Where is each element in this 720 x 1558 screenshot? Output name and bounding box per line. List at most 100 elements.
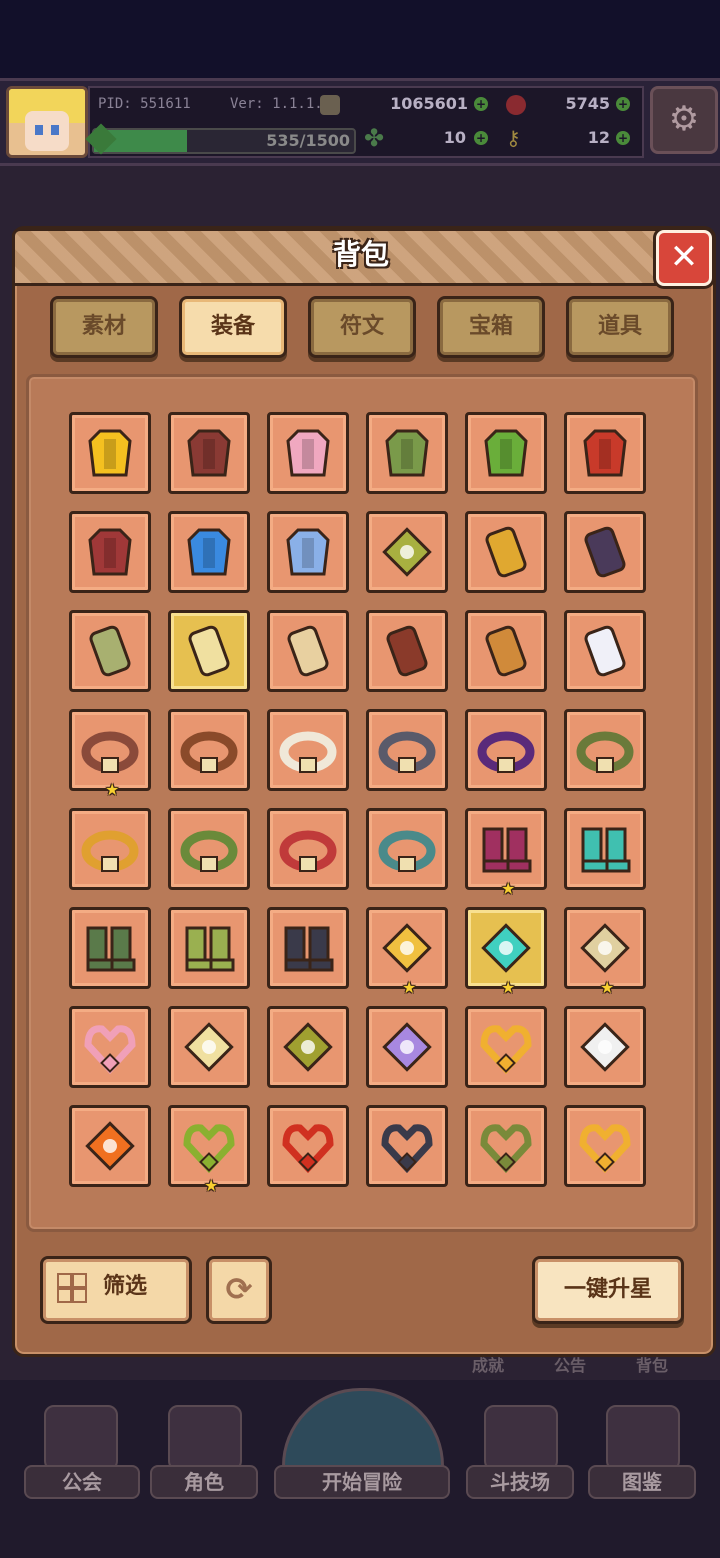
night-boots-icon (284, 926, 334, 972)
inventory-slot[interactable] (267, 1006, 349, 1088)
pink-robe-icon (286, 429, 330, 477)
inventory-slot[interactable] (465, 1105, 547, 1187)
character-icon (168, 1405, 242, 1471)
add-clover-icon[interactable]: + (474, 131, 488, 145)
inventory-slot[interactable] (69, 1105, 151, 1187)
add-gold-icon[interactable]: + (474, 97, 488, 111)
inventory-slot[interactable]: ★ (465, 808, 547, 897)
tab-1[interactable]: 素材 (50, 296, 158, 358)
nav-start-adventure[interactable]: 开始冒险 (274, 1465, 450, 1499)
announcements-link[interactable]: 公告 (554, 1352, 586, 1376)
inventory-slot[interactable] (465, 610, 547, 692)
winged-ring-icon (81, 731, 139, 773)
inventory-slot[interactable] (465, 709, 547, 791)
inventory-slot[interactable] (267, 907, 349, 989)
inventory-slot[interactable] (564, 1006, 646, 1088)
inventory-slot[interactable]: ★ (465, 907, 547, 996)
inventory-slot[interactable] (564, 1105, 646, 1187)
teal-mask-icon (378, 830, 436, 872)
jade-leaf-icon (283, 1022, 333, 1072)
inventory-slot[interactable] (69, 808, 151, 890)
inventory-slot[interactable] (366, 610, 448, 692)
coin-icon (320, 95, 340, 115)
crystal-gauntlet-icon (584, 625, 626, 677)
amethyst-flower-icon (382, 1022, 432, 1072)
sword-emblem-icon (580, 923, 630, 973)
filter-label: 筛选 (103, 1274, 148, 1299)
inventory-slot[interactable]: ★ (168, 1105, 250, 1194)
inventory-slot[interactable] (564, 412, 646, 494)
heart-shell-icon (84, 1025, 136, 1075)
refresh-button[interactable]: ⟳ (206, 1256, 272, 1324)
one-click-star-up-button[interactable]: 一键升星 (532, 1256, 684, 1324)
tab-4[interactable]: 宝箱 (437, 296, 545, 358)
add-key-icon[interactable]: + (616, 131, 630, 145)
inventory-slot[interactable] (465, 412, 547, 494)
inventory-slot[interactable] (69, 610, 151, 692)
filter-button[interactable]: 筛选 (40, 1256, 192, 1324)
inventory-slot[interactable] (366, 808, 448, 890)
inventory-slot[interactable] (564, 610, 646, 692)
star-badge-icon: ★ (501, 978, 516, 997)
inventory-slot[interactable] (267, 1105, 349, 1187)
achievements-link[interactable]: 成就 (472, 1352, 504, 1376)
inventory-slot[interactable] (366, 412, 448, 494)
ruby-crown-icon (279, 830, 337, 872)
inventory-slot[interactable] (267, 709, 349, 791)
fire-rhombus-icon (85, 1121, 135, 1171)
tab-5[interactable]: 道具 (566, 296, 674, 358)
inventory-slot[interactable] (267, 511, 349, 593)
tab-3[interactable]: 符文 (308, 296, 416, 358)
star-badge-icon: ★ (204, 1176, 219, 1195)
inventory-slot[interactable] (366, 1105, 448, 1187)
flame-heart-icon (282, 1124, 334, 1174)
inventory-slot[interactable] (366, 1006, 448, 1088)
inventory-slot[interactable] (366, 511, 448, 593)
inventory-slot[interactable] (168, 808, 250, 890)
xp-bar: 535/1500 (92, 128, 356, 154)
inventory-slot[interactable] (168, 907, 250, 989)
inventory-slot[interactable]: ★ (366, 907, 448, 996)
aqua-gem-icon (481, 923, 531, 973)
inventory-slot[interactable]: ★ (564, 907, 646, 996)
inventory-slot[interactable] (267, 808, 349, 890)
inventory-slot[interactable] (564, 709, 646, 791)
inventory-slot[interactable] (69, 907, 151, 989)
inventory-slot[interactable]: ★ (69, 709, 151, 798)
green-armor-icon (385, 429, 429, 477)
backpack-link[interactable]: 背包 (636, 1352, 668, 1376)
verdant-ring-icon (180, 830, 238, 872)
inventory-slot[interactable] (168, 511, 250, 593)
nav-character[interactable]: 角色 (150, 1465, 258, 1499)
heart-tome-icon (480, 1025, 532, 1075)
inventory-slot[interactable] (168, 412, 250, 494)
jade-armor-icon (484, 429, 528, 477)
gold-helmet-icon (88, 429, 132, 477)
inventory-slot[interactable] (465, 511, 547, 593)
settings-gear-icon[interactable]: ⚙ (650, 86, 718, 154)
inventory-slot[interactable] (366, 709, 448, 791)
close-button[interactable]: ✕ (656, 230, 712, 286)
inventory-slot[interactable] (69, 1006, 151, 1088)
tab-2[interactable]: 装备 (179, 296, 287, 358)
crimson-armor-icon (583, 429, 627, 477)
inventory-slot[interactable] (69, 511, 151, 593)
fur-bracer-icon (386, 625, 428, 677)
nav-codex[interactable]: 图鉴 (588, 1465, 696, 1499)
scale-gauntlet-icon (89, 625, 131, 677)
inventory-slot[interactable] (564, 808, 646, 890)
nav-arena[interactable]: 斗技场 (466, 1465, 574, 1499)
inventory-slot[interactable] (168, 709, 250, 791)
inventory-slot[interactable] (267, 412, 349, 494)
inventory-slot[interactable] (267, 610, 349, 692)
player-avatar[interactable] (6, 86, 88, 158)
inventory-slot[interactable] (168, 1006, 250, 1088)
add-gem-icon[interactable]: + (616, 97, 630, 111)
clover-icon: ✤ (364, 124, 385, 152)
inventory-slot[interactable] (564, 511, 646, 593)
gold-ring-icon (81, 830, 139, 872)
inventory-slot[interactable] (465, 1006, 547, 1088)
inventory-slot[interactable] (168, 610, 250, 692)
inventory-slot[interactable] (69, 412, 151, 494)
nav-guild[interactable]: 公会 (24, 1465, 140, 1499)
